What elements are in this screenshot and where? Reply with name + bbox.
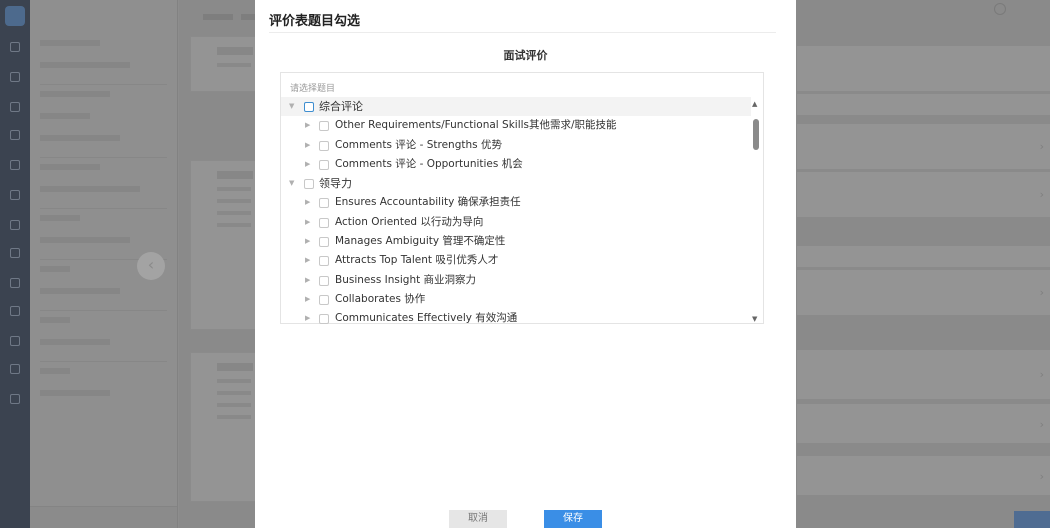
section-title: 面试评价 [503,49,548,62]
tree-item-node[interactable]: ▶ Action Oriented 以行动为导向 [281,213,751,232]
tree-item-node[interactable]: ▶ Comments 评论 - Opportunities 机会 [281,155,751,174]
caret-right-icon[interactable]: ▶ [305,136,310,155]
tree-checkbox[interactable] [319,294,329,305]
caret-right-icon[interactable]: ▶ [305,309,310,328]
tree-checkbox[interactable] [304,102,314,112]
caret-right-icon[interactable]: ▶ [305,232,310,251]
caret-right-icon[interactable]: ▶ [305,213,310,232]
tree-checkbox[interactable] [319,217,329,228]
scroll-down-icon[interactable]: ▼ [752,315,757,323]
tree-scrollbar[interactable]: ▲ ▼ [750,97,763,323]
background-right-panel: › › › › › › [797,0,1050,528]
dialog-divider [269,32,776,33]
nav-icon [10,336,20,346]
tree-checkbox[interactable] [304,179,314,190]
nav-icon [10,220,20,230]
background-card [190,352,260,502]
tree-node-label: Comments 评论 - Opportunities 机会 [335,157,523,170]
nav-icon [10,42,20,52]
nav-icon [10,248,20,258]
sidebar-header-placeholder [30,0,177,34]
tree-checkbox[interactable] [319,159,329,170]
nav-icon [10,364,20,374]
caret-right-icon[interactable]: ▶ [305,116,310,135]
tree-node-label: Manages Ambiguity 管理不确定性 [335,235,506,248]
background-tabs [179,0,259,34]
nav-icon [10,72,20,82]
nav-icon [10,130,20,140]
tree-checkbox[interactable] [319,121,329,132]
background-card [190,160,260,330]
tree-item-node[interactable]: ▶ Manages Ambiguity 管理不确定性 [281,232,751,251]
tree-node-label: Comments 评论 - Strengths 优势 [335,138,502,151]
question-select-dialog: 评价表题目勾选 面试评价 请选择题目 ▼ 综合评论 ▶ Other Requireme… [255,0,796,528]
tree-node-label: Attracts Top Talent 吸引优秀人才 [335,254,499,267]
tree-node-label: Other Requirements/Functional Skills其他需求… [335,119,617,132]
app-nav-rail [0,0,30,528]
nav-icon [10,306,20,316]
caret-right-icon[interactable]: ▶ [305,193,310,212]
tree-placeholder: 请选择题目 [290,84,336,94]
tree-item-node[interactable]: ▶ Ensures Accountability 确保承担责任 [281,193,751,212]
step-circle-icon [994,3,1006,15]
tree-item-node[interactable]: ▶ Comments 评论 - Strengths 优势 [281,136,751,155]
next-step-button[interactable] [1014,511,1050,528]
tree-checkbox[interactable] [319,314,329,325]
tree-item-node[interactable]: ▶ Collaborates 协作 [281,290,751,309]
tree-item-node[interactable]: ▶ Other Requirements/Functional Skills其他需… [281,116,751,135]
tree-node-label: Ensures Accountability 确保承担责任 [335,196,521,209]
caret-right-icon[interactable]: ▶ [305,155,310,174]
question-tree-select[interactable]: 请选择题目 ▼ 综合评论 ▶ Other Requirements/Functiona… [280,72,764,325]
sidebar-collapse-icon[interactable]: ‹ [137,252,165,280]
tree-item-node[interactable]: ▶ Communicates Effectively 有效沟通 [281,309,751,328]
tree-checkbox[interactable] [319,275,329,286]
tree-item-node[interactable]: ▶ Business Insight 商业洞察力 [281,271,751,290]
tree-node-label: 领导力 [319,177,352,191]
tree-checkbox[interactable] [319,198,329,209]
scroll-up-icon[interactable]: ▲ [752,100,757,108]
tree-group-node[interactable]: ▼ 综合评论 [281,97,751,117]
caret-down-icon[interactable]: ▼ [289,174,294,193]
nav-icon [10,278,20,288]
nav-icon [10,160,20,170]
tree-checkbox[interactable] [319,237,329,248]
tree-item-node[interactable]: ▶ Attracts Top Talent 吸引优秀人才 [281,251,751,270]
cancel-button[interactable]: 取消 [449,510,507,528]
caret-right-icon[interactable]: ▶ [305,251,310,270]
tree-checkbox[interactable] [319,140,329,151]
tree-node-label: Business Insight 商业洞察力 [335,273,477,286]
scrollbar-thumb[interactable] [753,119,759,150]
sidebar-bottom-bar [30,506,177,528]
caret-down-icon[interactable]: ▼ [289,97,294,116]
nav-icon [10,190,20,200]
dialog-title: 评价表题目勾选 [269,14,361,29]
tree-group-node[interactable]: ▼ 领导力 [281,174,751,193]
nav-icon [10,102,20,112]
caret-right-icon[interactable]: ▶ [305,290,310,309]
app-logo [5,6,25,26]
background-profile-card [190,36,260,92]
tree-node-label: Communicates Effectively 有效沟通 [335,312,518,325]
nav-icon [10,394,20,404]
tree-node-label: Collaborates 协作 [335,292,426,305]
tree-checkbox[interactable] [319,256,329,267]
tree-list: ▼ 综合评论 ▶ Other Requirements/Functional Skil… [281,97,751,329]
tree-node-label: 综合评论 [319,100,363,113]
save-button[interactable]: 保存 [544,510,602,528]
caret-right-icon[interactable]: ▶ [305,271,310,290]
tree-node-label: Action Oriented 以行动为导向 [335,215,484,228]
